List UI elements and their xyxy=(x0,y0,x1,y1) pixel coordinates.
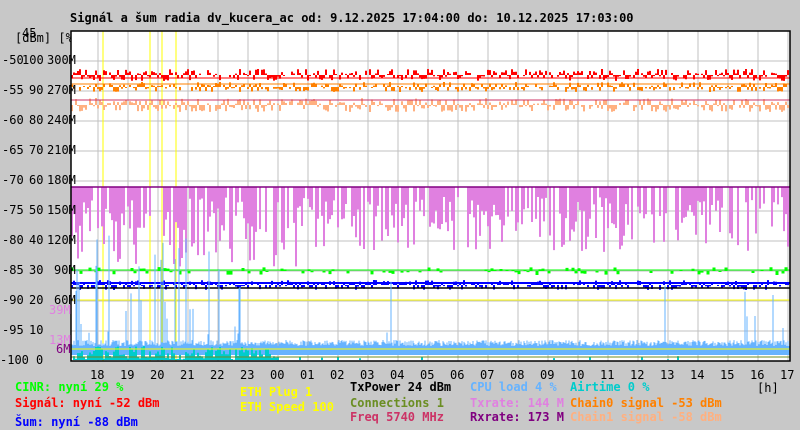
y-tick-dbm: -80 xyxy=(2,233,24,247)
legend-sign-l: Signál: nyní -52 dBm xyxy=(15,396,160,410)
y-tick-dbm: -90 xyxy=(2,293,24,307)
y-tick-dbm: -55 xyxy=(2,83,24,97)
y-tick-rate: 180M xyxy=(47,173,76,187)
x-tick: 13 xyxy=(660,368,675,382)
chart-window: Signál a šum radia dv_kucera_ac od: 9.12… xyxy=(0,0,800,430)
y-tick-rate: 300M xyxy=(47,53,76,67)
y-tick-rate-extra: 6M xyxy=(56,342,71,356)
x-tick: 00 xyxy=(270,368,285,382)
y-tick-dbm: -95 xyxy=(2,323,24,337)
y-tick-pct: 10 xyxy=(29,323,44,337)
y-tick-rate: 210M xyxy=(47,143,76,157)
y-tick-rate: 240M xyxy=(47,113,76,127)
y-tick-pct: 80 xyxy=(29,113,44,127)
y-tick-dbm: -60 xyxy=(2,113,24,127)
y-tick-pct: 70 xyxy=(29,143,44,157)
x-tick: 21 xyxy=(180,368,195,382)
y-tick-dbm: -65 xyxy=(2,143,24,157)
x-tick: 01 xyxy=(300,368,315,382)
y-tick-rate: 120M xyxy=(47,233,76,247)
y-tick-pct: 0 xyxy=(36,353,44,367)
y-tick-pct: 40 xyxy=(29,233,44,247)
legend-rxrate: Rxrate: 173 M xyxy=(470,410,564,424)
y-tick-dbm: -70 xyxy=(2,173,24,187)
y-tick-rate-extra: 39M xyxy=(49,303,71,317)
legend-cpu-load: CPU load 4 % xyxy=(470,380,557,394)
x-tick: 22 xyxy=(210,368,225,382)
y-tick-rate: 90M xyxy=(54,263,76,277)
y-tick-rate: 150M xyxy=(47,203,76,217)
y-tick-dbm: -50 xyxy=(2,53,24,67)
x-tick: 16 xyxy=(750,368,765,382)
y-tick-pct: 60 xyxy=(29,173,44,187)
x-tick: 15 xyxy=(720,368,735,382)
y-tick-pct: 20 xyxy=(29,293,44,307)
x-tick: 02 xyxy=(330,368,345,382)
y-tick-pct: 30 xyxy=(29,263,44,277)
legend-chain0-signal: Chain0 signal -53 dBm xyxy=(570,396,722,410)
legend-connections: Connections 1 xyxy=(350,396,444,410)
legend-chain1-signal: Chain1 signal -58 dBm xyxy=(570,410,722,424)
legend-txrate: Txrate: 144 M xyxy=(470,396,564,410)
x-tick: 20 xyxy=(150,368,165,382)
legend-airtime: Airtime 0 % xyxy=(570,380,650,394)
x-tick: 06 xyxy=(450,368,465,382)
y-tick-dbm: -85 xyxy=(2,263,24,277)
legend-freq: Freq 5740 MHz xyxy=(350,410,444,424)
legend--um: Šum: nyní -88 dBm xyxy=(15,415,138,429)
x-tick: 17 xyxy=(780,368,795,382)
y-tick-pct: 50 xyxy=(29,203,44,217)
x-tick: 14 xyxy=(690,368,705,382)
x-tick: 23 xyxy=(240,368,255,382)
y-tick-dbm: -100 xyxy=(0,353,29,367)
y-tick-pct: 100 xyxy=(22,53,44,67)
legend-eth-plug: ETH Plug 1 xyxy=(240,385,313,399)
legend-eth-speed: ETH Speed 100 xyxy=(240,400,334,414)
legend-txpower: TxPower 24 dBm xyxy=(350,380,452,394)
y-tick-pct: 90 xyxy=(29,83,44,97)
legend-cinr: CINR: nyní 29 % xyxy=(15,380,124,394)
y-tick-dbm: -75 xyxy=(2,203,24,217)
plot-area xyxy=(70,30,791,362)
y-tick-rate: 270M xyxy=(47,83,76,97)
